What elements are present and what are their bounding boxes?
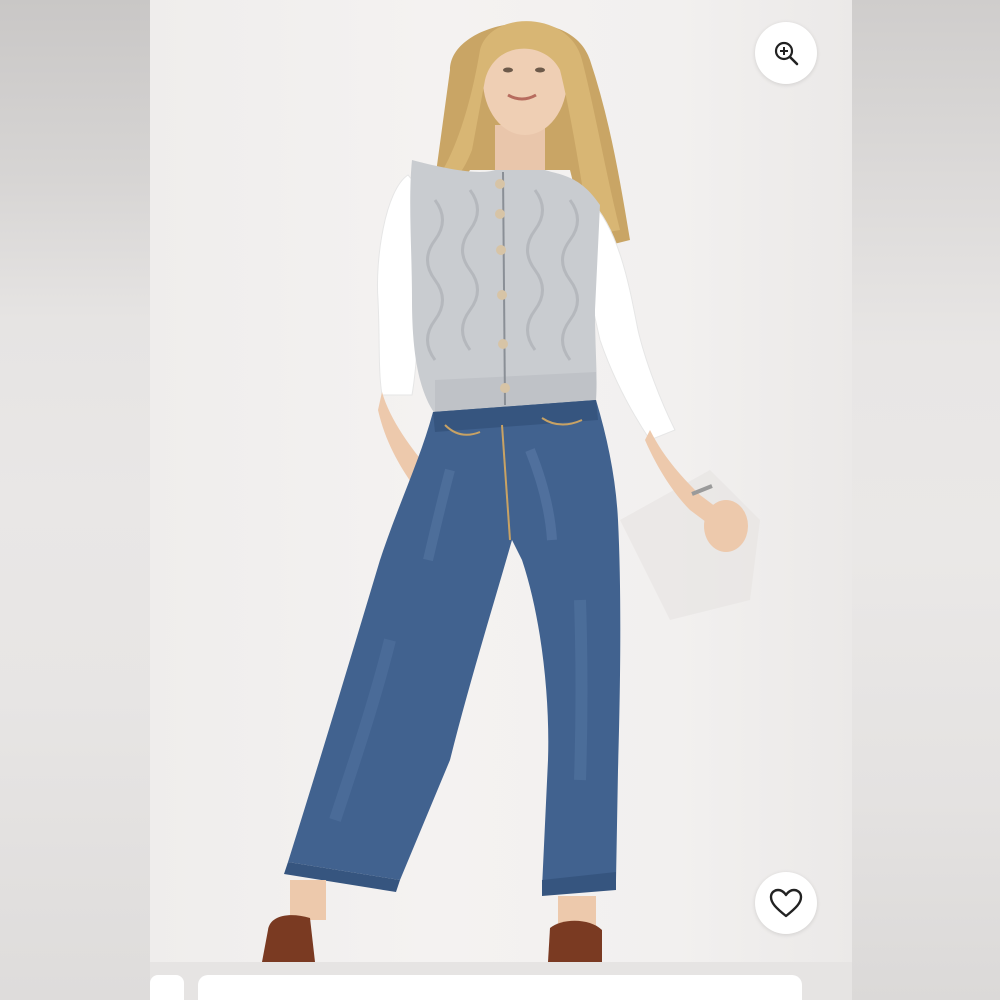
zoom-in-button[interactable]	[755, 22, 817, 84]
product-viewer	[0, 0, 1000, 1000]
zoom-in-icon	[773, 40, 799, 66]
product-photo[interactable]	[150, 0, 852, 962]
heart-icon	[768, 887, 804, 919]
blurred-background-left	[0, 0, 150, 1000]
thumbnail-card[interactable]	[198, 975, 802, 1000]
thumbnail-card-left[interactable]	[150, 975, 184, 1000]
blurred-background-right	[852, 0, 1000, 1000]
favorite-button[interactable]	[755, 872, 817, 934]
model-illustration	[262, 21, 760, 962]
